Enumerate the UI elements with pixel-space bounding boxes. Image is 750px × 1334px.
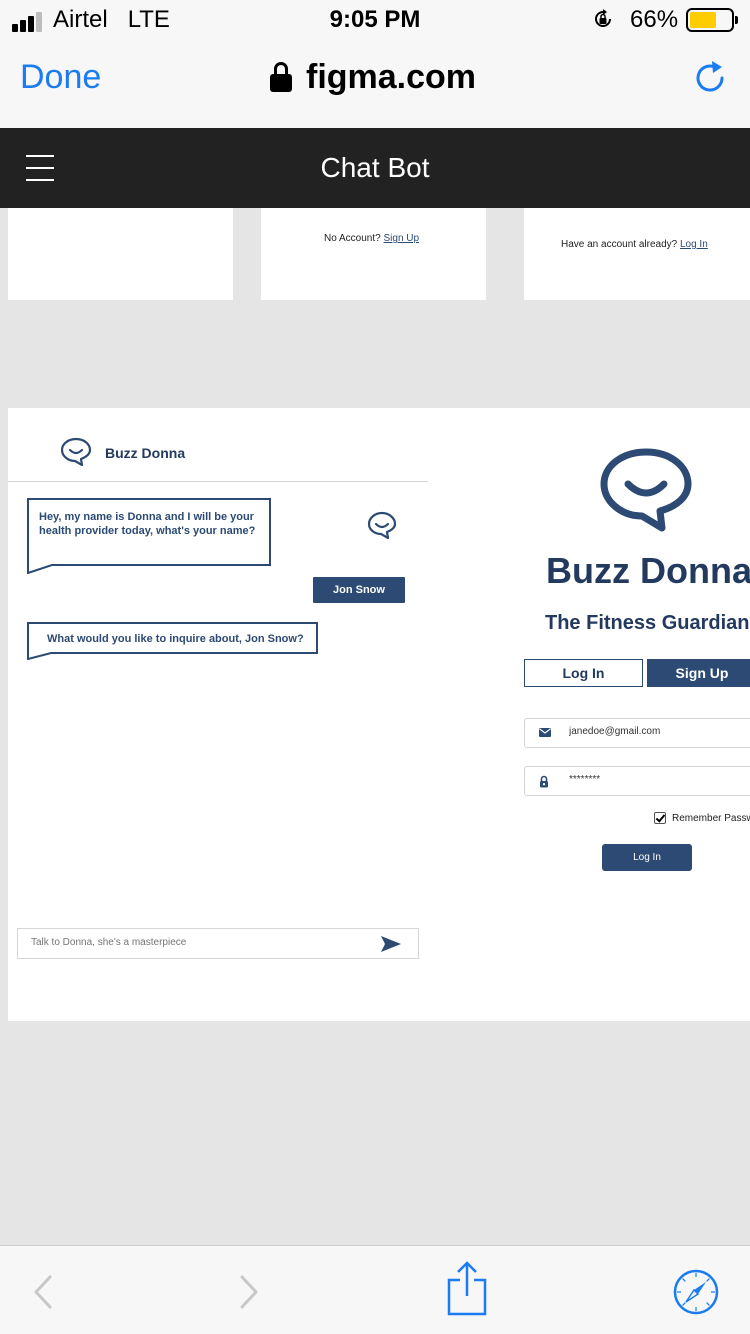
browser-bar: Done figma.com: [0, 40, 750, 128]
brand-title: Buzz Donna: [546, 550, 750, 591]
chat-input-box: [17, 928, 419, 959]
url-text: figma.com: [306, 58, 477, 96]
battery-percentage: 66%: [630, 6, 679, 33]
login-panel: Buzz Donna The Fitness Guardian Log In S…: [524, 408, 750, 1021]
app-header: Chat Bot: [0, 128, 750, 208]
chat-input[interactable]: [31, 937, 361, 948]
safari-compass-icon[interactable]: [672, 1268, 720, 1316]
login-submit-button[interactable]: Log In: [602, 844, 692, 871]
remember-row: Remember Passw: [654, 812, 750, 824]
top-card-left: [8, 208, 233, 300]
chat-header: Buzz Donna: [8, 408, 428, 482]
send-icon[interactable]: [381, 936, 401, 952]
signup-link[interactable]: Sign Up: [384, 233, 420, 244]
email-input[interactable]: [569, 726, 749, 737]
bot-message: Hey, my name is Donna and I will be your…: [27, 498, 271, 566]
login-prompt: Have an account already? Log In: [561, 239, 708, 250]
chat-bubble-icon: [60, 437, 92, 467]
lock-icon: [540, 775, 548, 788]
bubble-tail: [27, 652, 56, 660]
tab-signup[interactable]: Sign Up: [647, 659, 750, 687]
bot-avatar-icon: [367, 511, 397, 540]
remember-label: Remember Passw: [672, 812, 750, 824]
login-prompt-text: Have an account already?: [561, 239, 678, 250]
login-link[interactable]: Log In: [680, 239, 708, 250]
password-input[interactable]: [569, 774, 749, 785]
orientation-lock-icon: [595, 9, 611, 27]
forward-icon[interactable]: [238, 1274, 260, 1310]
reload-icon[interactable]: [692, 60, 728, 96]
brand-subtitle: The Fitness Guardian: [545, 612, 750, 634]
signup-prompt-text: No Account?: [324, 233, 381, 244]
url-display[interactable]: figma.com: [270, 58, 476, 97]
app-title: Chat Bot: [320, 152, 430, 183]
done-button[interactable]: Done: [20, 58, 101, 97]
user-message: Jon Snow: [313, 577, 405, 603]
remember-checkbox[interactable]: [654, 812, 666, 824]
logo-icon: [600, 448, 692, 532]
status-bar: Airtel LTE 9:05 PM 66%: [0, 0, 750, 40]
padlock-icon: [270, 61, 292, 94]
bot-message: What would you like to inquire about, Jo…: [27, 622, 318, 654]
top-card-login: Have an account already? Log In: [524, 208, 750, 300]
chat-bot-name: Buzz Donna: [105, 445, 186, 461]
mail-icon: [539, 728, 551, 737]
share-icon[interactable]: [446, 1260, 488, 1316]
email-field: [524, 718, 750, 748]
tab-login[interactable]: Log In: [524, 659, 643, 687]
design-frame: Buzz Donna Hey, my name is Donna and I w…: [8, 408, 750, 1021]
back-icon[interactable]: [32, 1274, 54, 1310]
password-field: [524, 766, 750, 796]
signup-prompt: No Account? Sign Up: [324, 233, 419, 244]
battery-icon: [686, 8, 738, 32]
top-card-signup: No Account? Sign Up: [261, 208, 486, 300]
bubble-tail: [27, 564, 56, 574]
browser-toolbar: [0, 1245, 750, 1334]
bot-message-text: What would you like to inquire about, Jo…: [47, 633, 304, 645]
bot-message-text: Hey, my name is Donna and I will be your…: [39, 511, 256, 537]
